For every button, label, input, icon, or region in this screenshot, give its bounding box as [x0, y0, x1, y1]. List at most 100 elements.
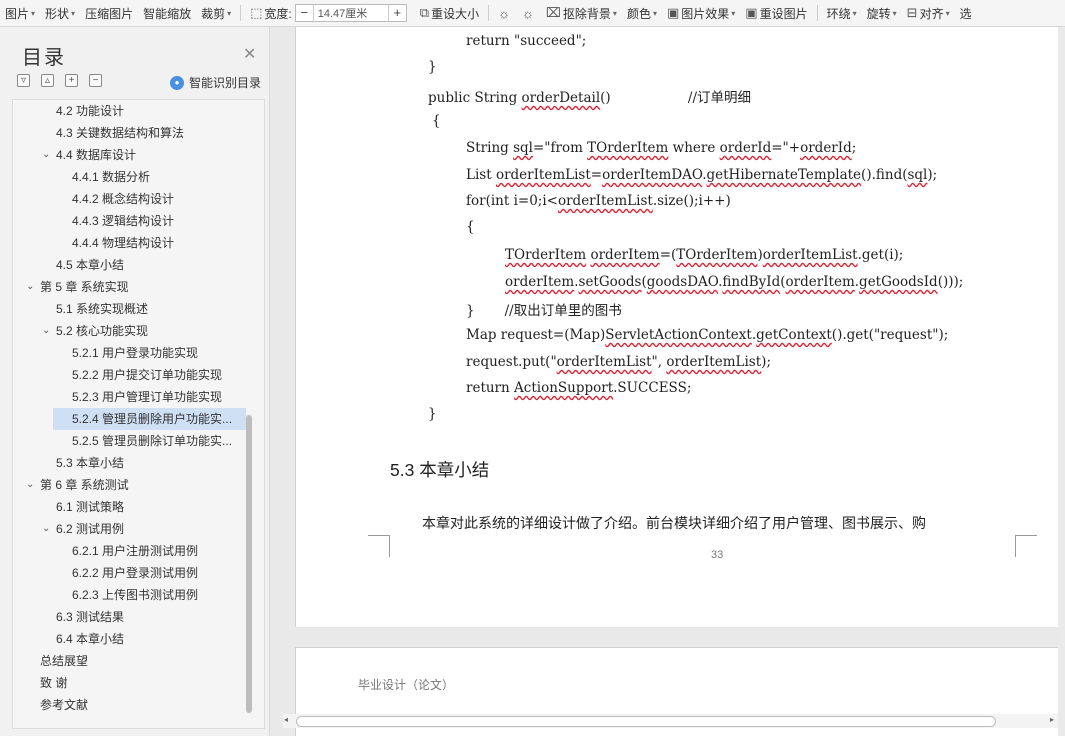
width-decrease-button[interactable]: −	[296, 5, 314, 21]
chevron-down-icon: ▾	[892, 8, 897, 18]
toc-item[interactable]: 4.2 功能设计	[13, 100, 246, 122]
code-token: Map request=(Map)	[466, 327, 606, 343]
toc-item[interactable]: 5.3 本章小结	[13, 452, 246, 474]
toc-item[interactable]: ⌄ 5.2 核心功能实现	[13, 320, 246, 342]
page-corner-mark	[1015, 535, 1037, 557]
code-line: return ActionSupport.SUCCESS;	[466, 380, 691, 396]
toc-item[interactable]: ⌄ 第 5 章 系统实现	[13, 276, 246, 298]
code-line: String sql="from TOrderItem where orderI…	[466, 140, 856, 156]
vertical-scrollbar[interactable]	[1058, 27, 1065, 736]
reset-size-button[interactable]: ⧉ 重设大小	[415, 0, 484, 26]
spellcheck-token: ActionSupport	[514, 380, 614, 396]
toc-item[interactable]: 4.4.3 逻辑结构设计	[13, 210, 246, 232]
toc-item-label: 4.2 功能设计	[56, 104, 125, 118]
toc-item-label: 6.2 测试用例	[56, 522, 125, 536]
toc-item[interactable]: 5.1 系统实现概述	[13, 298, 246, 320]
toc-item[interactable]: 5.2.3 用户管理订单功能实现	[13, 386, 246, 408]
sidebar-scrollbar[interactable]	[246, 415, 252, 713]
chevron-down-icon: ▾	[652, 8, 657, 18]
remove-level-icon[interactable]: −	[89, 74, 102, 87]
width-stepper[interactable]: − 14.47厘米 +	[294, 4, 407, 22]
toc-item[interactable]: 5.2.2 用户提交订单功能实现	[13, 364, 246, 386]
brightness-button[interactable]: ☼	[493, 0, 517, 26]
chevron-down-icon[interactable]: ⌄	[26, 474, 34, 496]
code-line: request.put("orderItemList", orderItemLi…	[466, 354, 771, 370]
code-token: );	[761, 354, 771, 370]
smart-toc-button[interactable]: ● 智能识别目录	[170, 74, 261, 91]
toc-item[interactable]: 5.2.5 管理员删除订单功能实...	[13, 430, 246, 452]
code-token: ",	[651, 354, 667, 370]
expand-all-icon[interactable]: ▵	[41, 74, 54, 87]
toc-item[interactable]: 4.3 关键数据结构和算法	[13, 122, 246, 144]
body-paragraph: 本章对此系统的详细设计做了介绍。前台模块详细介绍了用户管理、图书展示、购	[422, 516, 926, 532]
picture-effect-icon: ▣	[666, 5, 680, 20]
chevron-down-icon[interactable]: ⌄	[42, 144, 50, 166]
toc-item-label: 6.2.1 用户注册测试用例	[72, 544, 199, 558]
toc-item[interactable]: 4.4.1 数据分析	[13, 166, 246, 188]
toc-item[interactable]: 6.2.1 用户注册测试用例	[13, 540, 246, 562]
picture-effect-button[interactable]: ▣ 图片效果 ▾	[662, 0, 740, 26]
code-token: List	[466, 167, 496, 183]
width-value-input[interactable]: 14.47厘米	[314, 5, 388, 21]
width-increase-button[interactable]: +	[387, 5, 406, 21]
collapse-all-icon[interactable]: ▿	[17, 74, 30, 87]
toolbar-item-4[interactable]: 裁剪 ▾	[196, 0, 236, 26]
reset-picture-button[interactable]: ▣ 重设图片	[740, 0, 812, 26]
toc-item-label: 总结展望	[40, 654, 89, 668]
more-button[interactable]: 选	[955, 0, 977, 26]
toc-item[interactable]: 参考文献	[13, 694, 246, 716]
toc-item[interactable]: 6.4 本章小结	[13, 628, 246, 650]
color-button[interactable]: 颜色 ▾	[622, 0, 662, 26]
toc-item[interactable]: 6.2.3 上传图书测试用例	[13, 584, 246, 606]
align-button[interactable]: ⊟ 对齐 ▾	[902, 0, 955, 26]
code-token: {	[466, 219, 475, 235]
more-label: 选	[959, 6, 972, 21]
toc-item-label: 5.2.3 用户管理订单功能实现	[72, 390, 223, 404]
toc-item[interactable]: 4.5 本章小结	[13, 254, 246, 276]
toc-item[interactable]: ⌄ 第 6 章 系统测试	[13, 474, 246, 496]
remove-background-button[interactable]: ⌧ 抠除背景 ▾	[541, 0, 622, 26]
close-icon[interactable]: ✕	[243, 44, 256, 64]
toolbar-item-2[interactable]: 压缩图片	[80, 0, 138, 26]
toc-item[interactable]: 致 谢	[13, 672, 246, 694]
scroll-right-icon[interactable]: ▸	[1050, 715, 1054, 724]
code-token: =(	[659, 247, 677, 263]
chevron-down-icon: ▾	[612, 8, 617, 18]
toc-item-label: 第 6 章 系统测试	[40, 478, 129, 492]
picture-toolbar: 图片 ▾ 形状 ▾ 压缩图片 智能缩放 裁剪 ▾ ⬚ 宽度: − 14.47厘米 + ⧉ 重设…	[0, 0, 1065, 27]
toc-item[interactable]: 6.1 测试策略	[13, 496, 246, 518]
code-token: ="from	[532, 140, 588, 156]
rotate-label: 旋转	[866, 6, 891, 21]
toolbar-item-3[interactable]: 智能缩放	[138, 0, 196, 26]
scroll-left-icon[interactable]: ◂	[284, 715, 288, 724]
next-page-header: 毕业设计（论文）	[358, 678, 455, 692]
spellcheck-token: orderItemDAO	[602, 167, 703, 183]
toc-item[interactable]: 5.2.4 管理员删除用户功能实...	[53, 408, 246, 430]
horizontal-scrollbar-thumb[interactable]	[296, 716, 996, 727]
toc-item-label: 4.5 本章小结	[56, 258, 125, 272]
toc-item[interactable]: 4.4.4 物理结构设计	[13, 232, 246, 254]
toolbar-item-0[interactable]: 图片 ▾	[0, 0, 40, 26]
spellcheck-token: orderDetail	[521, 90, 601, 106]
toc-item[interactable]: ⌄ 4.4 数据库设计	[13, 144, 246, 166]
chevron-down-icon[interactable]: ⌄	[42, 518, 50, 540]
toc-item-label: 4.4.4 物理结构设计	[72, 236, 175, 250]
toc-item[interactable]: 6.3 测试结果	[13, 606, 246, 628]
toc-item[interactable]: ⌄ 6.2 测试用例	[13, 518, 246, 540]
toc-item[interactable]: 6.2.2 用户登录测试用例	[13, 562, 246, 584]
add-level-icon[interactable]: +	[65, 74, 78, 87]
chevron-down-icon[interactable]: ⌄	[42, 320, 50, 342]
toolbar-item-1[interactable]: 形状 ▾	[40, 0, 80, 26]
toc-item[interactable]: 5.2.1 用户登录功能实现	[13, 342, 246, 364]
rotate-button[interactable]: 旋转 ▾	[862, 0, 902, 26]
toc-item[interactable]: 总结展望	[13, 650, 246, 672]
toc-item[interactable]: 4.4.2 概念结构设计	[13, 188, 246, 210]
code-token: .get(i);	[857, 247, 904, 263]
wrap-button[interactable]: 环绕 ▾	[822, 0, 862, 26]
toolbar-separator	[816, 5, 818, 21]
code-token: ="+	[771, 140, 801, 156]
toc-item-label: 4.4.3 逻辑结构设计	[72, 214, 175, 228]
chevron-down-icon[interactable]: ⌄	[26, 276, 34, 298]
contrast-button[interactable]: ☼	[517, 0, 541, 26]
brightness-icon: ☼	[498, 5, 510, 21]
